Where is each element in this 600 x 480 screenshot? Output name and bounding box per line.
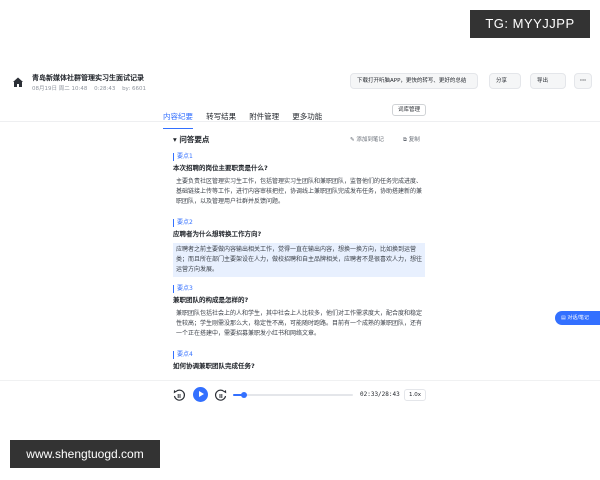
vocab-manage-button[interactable]: 词库管理	[392, 104, 427, 116]
chat-notes-label: 对话/笔记	[567, 315, 590, 321]
qa-item: 要点4 如何协调兼职团队完成任务?	[173, 351, 425, 371]
question-text: 兼职团队的构成是怎样的?	[173, 296, 249, 304]
progress-track[interactable]	[233, 392, 353, 398]
point-label: 要点3	[173, 285, 425, 293]
question-text: 本次招聘的岗位主要职责是什么?	[173, 164, 268, 172]
qa-item: 要点2 应聘者为什么想转换工作方向? 应聘者之前主要做内容输出相关工作，觉得一直…	[173, 219, 425, 277]
scroll-fade	[0, 372, 600, 380]
export-button[interactable]: 导出	[530, 73, 566, 89]
tab-transcript[interactable]: 转写结果	[206, 111, 236, 129]
point-label: 要点1	[173, 153, 425, 161]
owner-text: by: 6601	[122, 86, 147, 92]
copy-icon: ⧉	[403, 137, 407, 143]
doc-meta: 08月19日 周二 10:48 0:28:43 by: 6601	[32, 84, 151, 92]
answer-text-highlighted: 应聘者之前主要做内容输出相关工作，觉得一直在输出内容，想换一换方向，比如换到运营…	[173, 243, 425, 277]
note-icon: ▤	[561, 315, 566, 321]
time-readout: 02:33/28:43	[360, 391, 400, 398]
rewind-icon[interactable]	[172, 388, 186, 402]
divider	[0, 121, 600, 122]
tab-attachments[interactable]: 附件管理	[249, 111, 279, 129]
tab-summary[interactable]: 内容纪要	[163, 111, 193, 129]
tab-bar: 内容纪要 转写结果 附件管理 更多功能	[163, 104, 330, 129]
watermark-top: TG: MYYJJPP	[470, 10, 590, 38]
share-button[interactable]: 分享	[489, 73, 521, 89]
answer-text: 主要负责社区管理实习生工作，包括管理实习生团队和兼职团队，监督他们的任务完成进度…	[176, 178, 423, 205]
add-note-label: 添加到笔记	[356, 137, 384, 143]
audio-player: 02:33/28:43 1.0x	[0, 380, 600, 408]
date-text: 08月19日 周二 10:48	[32, 86, 88, 92]
point-label: 要点4	[173, 351, 425, 359]
progress-handle[interactable]	[240, 392, 247, 398]
download-app-button[interactable]: 下载打开听脑APP，更快的转写、更好的总结	[350, 73, 478, 89]
duration-text: 0:28:43	[94, 86, 116, 92]
qa-item: 要点1 本次招聘的岗位主要职责是什么? 主要负责社区管理实习生工作，包括管理实习…	[173, 153, 425, 207]
add-note-button[interactable]: ✎ 添加到笔记	[350, 135, 384, 143]
speed-button[interactable]: 1.0x	[404, 389, 427, 401]
point-label: 要点2	[173, 219, 425, 227]
chat-notes-button[interactable]: ▤ 对话/笔记	[555, 311, 600, 325]
question-text: 如何协调兼职团队完成任务?	[173, 362, 255, 370]
answer-text: 兼职团队包括社会上的人和学生，其中社会上人比较多，他们对工作需求度大，配合度和稳…	[176, 310, 423, 337]
qa-item: 要点3 兼职团队的构成是怎样的? 兼职团队包括社会上的人和学生，其中社会上人比较…	[173, 285, 425, 339]
copy-button[interactable]: ⧉ 复制	[403, 135, 420, 144]
copy-label: 复制	[408, 137, 420, 143]
watermark-bottom: www.shengtuogd.com	[10, 440, 160, 468]
more-button[interactable]: ···	[574, 73, 592, 89]
section-header[interactable]: ▾ 问答要点	[173, 134, 209, 145]
collapse-triangle-icon: ▾	[173, 135, 177, 144]
page-title: 青岛新媒体社群管理实习生面试记录	[32, 74, 144, 82]
question-text: 应聘者为什么想转换工作方向?	[173, 230, 262, 238]
play-button[interactable]	[193, 387, 208, 402]
pen-icon: ✎	[350, 137, 355, 143]
tab-more[interactable]: 更多功能	[292, 111, 322, 129]
section-title: 问答要点	[179, 135, 210, 144]
forward-icon[interactable]	[214, 388, 228, 402]
home-icon[interactable]	[12, 76, 24, 88]
doc-header: 青岛新媒体社群管理实习生面试记录 08月19日 周二 10:48 0:28:43…	[0, 68, 600, 98]
